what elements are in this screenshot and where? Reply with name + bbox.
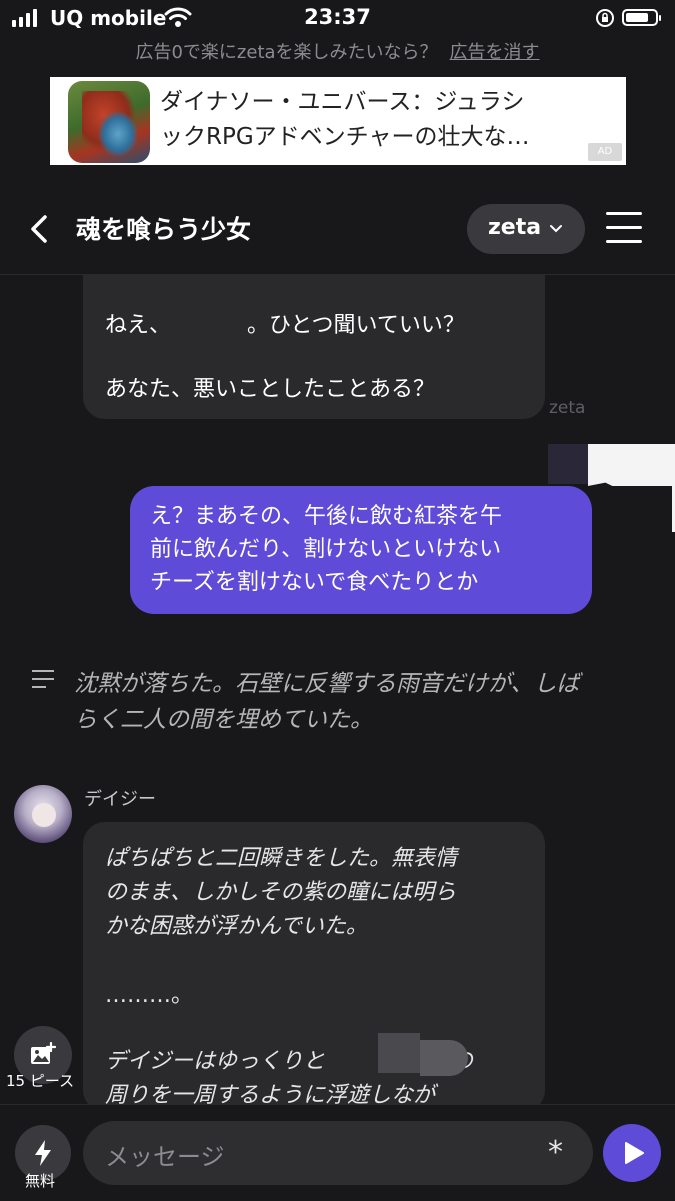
pieces-count: 15 ピース [6,1072,75,1090]
ad-text: ダイナソー・ユニバース：ジュラシ ックRPGアドベンチャーの壮大な… [160,85,560,155]
ad-note-text: 広告0で楽にzetaを楽しみたいなら？ [135,42,438,63]
narration-text: 沈黙が落ちた。石壁に反響する雨音だけが、しば らく二人の間を埋めていた。 [74,666,634,738]
clock: 23:37 [304,5,371,29]
model-label: zeta [488,215,542,240]
remove-ads-link[interactable]: 広告を消す [450,42,540,63]
message-line: ねえ、 。ひとつ聞いていい？ [105,313,465,338]
model-selector[interactable]: zeta [467,204,585,254]
lightning-icon [35,1140,51,1166]
message-line: ………。 [105,983,194,1008]
redaction-block [420,1040,468,1076]
redaction-block [548,444,588,484]
ai-message-bubble: ぱちぱちと二回瞬きをした。無表情 のまま、しかしその紫の瞳には明ら かな困惑が浮… [83,822,545,1112]
chevron-down-icon [550,225,562,233]
play-icon [625,1142,644,1164]
zeta-watermark: zeta [549,398,586,418]
message-line: あなた、悪いことしたことある？ [105,377,436,402]
image-add-icon [31,1042,56,1064]
message-line: ぱちぱちと二回瞬きをした。無表情 [105,846,458,871]
free-label: 無料 [25,1172,56,1190]
message-line: 前に飲んだり、割けないといけない [150,537,502,562]
character-name: デイジー [84,789,156,810]
user-message-bubble: え？まあその、午後に飲む紅茶を午 前に飲んだり、割けないといけない チーズを割け… [130,486,592,614]
ad-line-1: ダイナソー・ユニバース：ジュラシ [160,89,525,115]
rotation-lock-icon [596,9,614,27]
back-icon[interactable] [28,214,50,244]
message-line: チーズを割けないで食べたりとか [150,570,479,595]
ad-note: 広告0で楽にzetaを楽しみたいなら？ 広告を消す [0,38,675,64]
redaction-block [588,444,675,486]
send-button[interactable] [603,1124,661,1182]
avatar[interactable] [14,785,72,843]
message-line: え？まあその、午後に飲む紅茶を午 [150,504,503,529]
ad-banner[interactable]: ダイナソー・ユニバース：ジュラシ ックRPGアドベンチャーの壮大な… AD [50,77,626,165]
message-input[interactable]: メッセージ [83,1121,593,1185]
narration-line: らく二人の間を埋めていた。 [74,707,373,733]
ai-message-bubble: ねえ、 。ひとつ聞いていい？ あなた、悪いことしたことある？ [83,275,545,419]
battery-icon [622,9,661,26]
message-line: かな困惑が浮かんでいた。 [105,914,368,939]
message-line: のまま、しかしその紫の瞳には明ら [105,880,457,905]
narration-icon [32,670,54,688]
menu-icon[interactable] [606,212,642,244]
ad-line-2: ックRPGアドベンチャーの壮大な… [160,124,530,150]
narration-line: 沈黙が落ちた。石壁に反響する雨音だけが、しば [74,671,580,697]
message-placeholder: メッセージ [105,1143,225,1171]
ad-badge: AD [588,143,622,161]
ad-image [68,81,150,163]
asterisk-button[interactable]: * [548,1135,563,1170]
page-title: 魂を喰らう少女 [76,215,252,244]
redaction-block [378,1033,420,1073]
